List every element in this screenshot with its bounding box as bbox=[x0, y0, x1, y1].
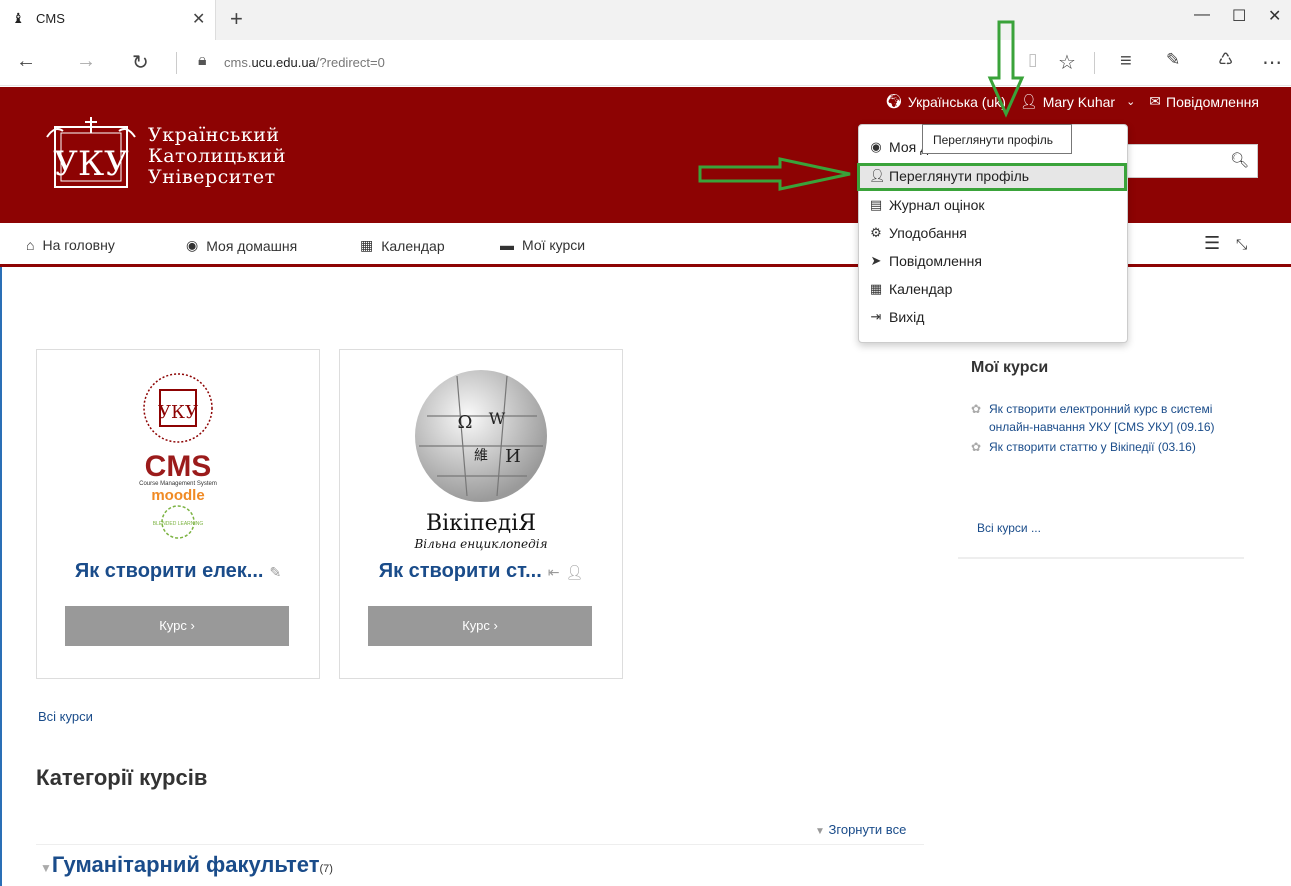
reading-view-icon[interactable]: ▯ bbox=[1028, 50, 1037, 70]
ucu-logo-icon[interactable]: УКУ bbox=[45, 117, 137, 193]
tooltip: Переглянути профіль bbox=[922, 124, 1072, 154]
all-courses-link[interactable]: Всі курси bbox=[38, 709, 93, 724]
web-note-icon[interactable]: ✎ bbox=[1166, 50, 1180, 70]
logout-icon: ⇥ bbox=[870, 309, 882, 324]
browser-tab[interactable]: ♝ CMS ✕ bbox=[0, 0, 216, 40]
course-card[interactable]: УКУ CMS Course Management System moodle … bbox=[36, 349, 320, 679]
right-arrow-icon bbox=[698, 157, 851, 191]
course-button[interactable]: Курс › bbox=[65, 606, 289, 646]
briefcase-icon: ▬ bbox=[500, 237, 514, 253]
course-card[interactable]: Ω W И 維 ВікіпедіЯ Вільна енциклопедія Як… bbox=[339, 349, 623, 679]
svg-text:moodle: moodle bbox=[151, 487, 204, 504]
course-icon: ✿ bbox=[971, 440, 982, 454]
course-image: Ω W И 維 ВікіпедіЯ Вільна енциклопедія bbox=[357, 366, 605, 554]
svg-text:Ω: Ω bbox=[458, 412, 473, 433]
site-favicon-icon: ♝ bbox=[12, 10, 25, 26]
home-icon: ⌂ bbox=[26, 237, 35, 253]
close-tab-icon[interactable]: ✕ bbox=[192, 9, 205, 29]
list-item[interactable]: ✿ Як створити електронний курс в системі … bbox=[971, 400, 1233, 436]
svg-text:УКУ: УКУ bbox=[53, 144, 129, 184]
minimize-icon[interactable]: — bbox=[1194, 6, 1210, 24]
menu-item-messages[interactable]: ➤ Повідомлення bbox=[869, 253, 982, 269]
menu-item-calendar[interactable]: ▦ Календар bbox=[869, 281, 953, 297]
browser-addressbar: ← → ↻ 🔒︎ cms.ucu.edu.ua/?redirect=0 ▯ ☆ … bbox=[0, 40, 1291, 86]
menu-item-view-profile[interactable]: 👤︎ Переглянути профіль bbox=[869, 168, 1029, 184]
calendar-icon: ▦ bbox=[360, 237, 374, 253]
category-item[interactable]: ▼Гуманітарний факультет(7) bbox=[40, 852, 333, 878]
dashboard-icon: ◉ bbox=[870, 139, 882, 154]
svg-text:Вільна енциклопедія: Вільна енциклопедія bbox=[413, 537, 547, 551]
enrol-icon: ⇤ bbox=[547, 564, 560, 580]
svg-text:И: И bbox=[505, 446, 521, 467]
hub-icon[interactable]: ≡ bbox=[1120, 50, 1132, 73]
messages-link[interactable]: ✉ Повідомлення bbox=[1149, 93, 1259, 110]
user-menu-toggle[interactable]: 👤︎ Mary Kuhar ⌄ bbox=[1020, 93, 1135, 110]
course-icon: ✿ bbox=[971, 402, 982, 416]
svg-text:CMS: CMS bbox=[145, 450, 212, 483]
triangle-down-icon: ▼ bbox=[40, 861, 52, 875]
menu-item-logout[interactable]: ⇥ Вихід bbox=[869, 309, 925, 325]
back-icon[interactable]: ← bbox=[16, 50, 36, 73]
user-icon: 👤︎ bbox=[869, 168, 886, 183]
down-arrow-icon bbox=[987, 20, 1025, 118]
divider bbox=[1094, 52, 1095, 74]
nav-dashboard[interactable]: ◉ Моя домашня bbox=[186, 237, 297, 254]
course-title[interactable]: Як створити елек... ✎ bbox=[37, 560, 319, 583]
triangle-down-icon: ▼ bbox=[815, 826, 825, 837]
browser-tabbar: ♝ CMS ✕ + — ☐ ✕ bbox=[0, 0, 1291, 40]
course-title[interactable]: Як створити ст... ⇤ 👤︎ bbox=[340, 560, 622, 583]
course-image: УКУ CMS Course Management System moodle … bbox=[54, 366, 302, 554]
nav-my-courses[interactable]: ▬ Мої курси bbox=[500, 237, 585, 253]
divider bbox=[176, 52, 177, 74]
user-dropdown-menu: ◉Моя домашня 👤︎Переглянути профіль ▤Журн… bbox=[857, 124, 1128, 343]
dashboard-icon: ◉ bbox=[186, 237, 199, 253]
close-window-icon[interactable]: ✕ bbox=[1268, 6, 1281, 26]
tab-title: CMS bbox=[36, 11, 65, 26]
cms-logo-icon: УКУ CMS Course Management System moodle … bbox=[139, 373, 217, 539]
svg-text:УКУ: УКУ bbox=[158, 402, 198, 423]
globe-icon: 🌍︎ bbox=[885, 93, 903, 109]
divider bbox=[36, 844, 924, 845]
page-edge bbox=[0, 267, 2, 886]
svg-text:維: 維 bbox=[474, 448, 488, 464]
more-icon[interactable]: ⋯ bbox=[1262, 50, 1282, 75]
course-button[interactable]: Курс › bbox=[368, 606, 592, 646]
all-courses-link[interactable]: Всі курси ... bbox=[977, 521, 1041, 535]
refresh-icon[interactable]: ↻ bbox=[132, 50, 149, 75]
svg-text:BLENDED LEARNING: BLENDED LEARNING bbox=[153, 521, 204, 527]
nav-calendar[interactable]: ▦ Календар bbox=[360, 237, 445, 254]
svg-text:ВікіпедіЯ: ВікіпедіЯ bbox=[426, 511, 536, 536]
grades-icon: ▤ bbox=[869, 197, 883, 212]
user-topbar: 🌍︎ Українська (uk) 👤︎ Mary Kuhar ⌄ ✉ Повідом… bbox=[885, 93, 1259, 110]
chevron-down-icon: ⌄ bbox=[1126, 96, 1136, 108]
lock-icon: 🔒︎ bbox=[198, 52, 207, 69]
menu-item-preferences[interactable]: ⚙ Уподобання bbox=[869, 225, 967, 241]
collapse-all-link[interactable]: ▼ Згорнути все bbox=[815, 822, 906, 837]
new-tab-icon[interactable]: + bbox=[230, 6, 243, 32]
wikipedia-logo-icon: Ω W И 維 ВікіпедіЯ Вільна енциклопедія bbox=[413, 370, 548, 551]
envelope-icon: ✉ bbox=[1149, 93, 1162, 109]
share-icon[interactable]: ♺ bbox=[1218, 50, 1233, 70]
categories-heading: Категорії курсів bbox=[36, 765, 208, 790]
collapse-icon[interactable]: ⤡ bbox=[1236, 236, 1247, 253]
search-icon[interactable]: 🔍︎ bbox=[1230, 151, 1249, 169]
menu-item-grades[interactable]: ▤ Журнал оцінок bbox=[869, 197, 985, 213]
svg-text:W: W bbox=[489, 409, 506, 428]
maximize-icon[interactable]: ☐ bbox=[1232, 6, 1246, 26]
calendar-icon: ▦ bbox=[869, 281, 883, 296]
toggle-sidebar-icon[interactable]: ☰ bbox=[1204, 233, 1220, 254]
block-course-list: ✿ Як створити електронний курс в системі … bbox=[971, 400, 1233, 458]
url-field[interactable]: cms.ucu.edu.ua/?redirect=0 bbox=[224, 55, 385, 70]
forward-icon[interactable]: → bbox=[76, 50, 96, 73]
university-name: Український Католицький Університет bbox=[148, 124, 286, 188]
edit-icon: ✎ bbox=[269, 564, 282, 580]
nav-home[interactable]: ⌂ На головну bbox=[26, 237, 115, 253]
gear-icon: ⚙ bbox=[870, 225, 882, 240]
block-title: Мої курси bbox=[971, 359, 1049, 376]
favorite-star-icon[interactable]: ☆ bbox=[1058, 50, 1076, 75]
list-item[interactable]: ✿ Як створити статтю у Вікіпедії (03.16) bbox=[971, 438, 1233, 456]
my-courses-block: Мої курси ✿ Як створити електронний курс … bbox=[958, 345, 1244, 559]
user-icon: 👤︎ bbox=[565, 564, 584, 580]
paper-plane-icon: ➤ bbox=[870, 253, 882, 268]
